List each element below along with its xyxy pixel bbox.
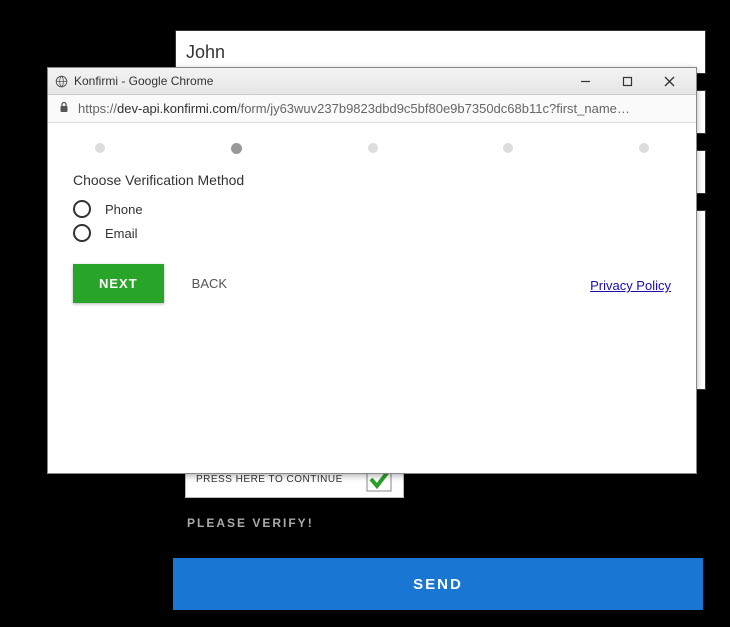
next-button[interactable]: NEXT <box>73 264 164 303</box>
step-dot-1 <box>231 143 242 154</box>
step-dot-4 <box>639 143 649 153</box>
step-dot-3 <box>503 143 513 153</box>
first-name-value: John <box>186 42 225 63</box>
stepper <box>73 135 671 172</box>
back-button[interactable]: BACK <box>192 276 227 291</box>
url-bar[interactable]: https://dev-api.konfirmi.com/form/jy63wu… <box>48 95 696 123</box>
radio-option-phone[interactable]: Phone <box>73 200 671 218</box>
titlebar: Konfirmi - Google Chrome <box>48 68 696 95</box>
window-title: Konfirmi - Google Chrome <box>74 74 564 88</box>
radio-circle-icon <box>73 224 91 242</box>
back-label: BACK <box>192 276 227 291</box>
maximize-button[interactable] <box>606 71 648 91</box>
radio-group: Phone Email <box>73 200 671 242</box>
lock-icon <box>58 101 70 116</box>
continue-text: PRESS HERE TO CONTINUE <box>196 474 343 485</box>
radio-label: Phone <box>105 202 143 217</box>
globe-icon <box>54 74 68 88</box>
popup-content: Choose Verification Method Phone Email NE… <box>48 123 696 473</box>
radio-option-email[interactable]: Email <box>73 224 671 242</box>
minimize-button[interactable] <box>564 71 606 91</box>
next-label: NEXT <box>99 276 138 291</box>
chrome-popup: Konfirmi - Google Chrome https://dev-api… <box>47 67 697 474</box>
verify-text: PLEASE VERIFY! <box>187 516 314 530</box>
privacy-label: Privacy Policy <box>590 278 671 293</box>
url-path: /form/jy63wuv237b9823dbd9c5bf80e9b7350dc… <box>237 101 630 116</box>
send-label: SEND <box>413 576 463 593</box>
step-dot-0 <box>95 143 105 153</box>
radio-circle-icon <box>73 200 91 218</box>
close-button[interactable] <box>648 71 690 91</box>
verification-heading: Choose Verification Method <box>73 172 671 188</box>
privacy-policy-link[interactable]: Privacy Policy <box>590 278 671 293</box>
step-dot-2 <box>368 143 378 153</box>
url-prefix: https:// <box>78 101 117 116</box>
url-host: dev-api.konfirmi.com <box>117 101 237 116</box>
send-button[interactable]: SEND <box>173 558 703 610</box>
button-row: NEXT BACK <box>73 264 671 303</box>
radio-label: Email <box>105 226 138 241</box>
